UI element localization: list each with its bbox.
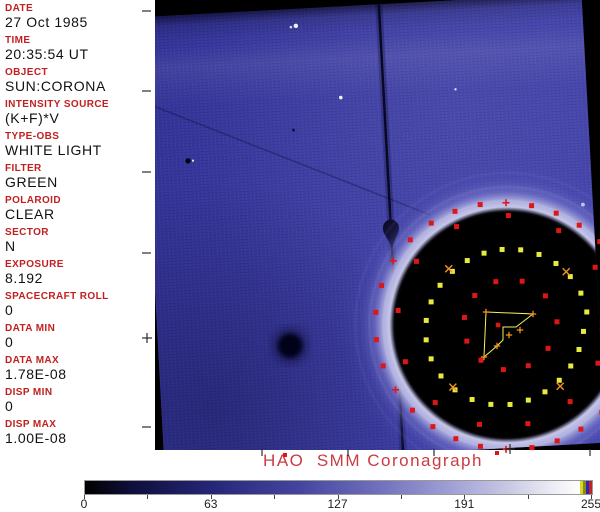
field-disp-min: DISP MIN 0 [5,387,153,415]
field-label: FILTER [5,163,42,174]
field-value: 0 [5,334,14,350]
field-exposure: EXPOSURE 8.192 [5,259,153,287]
field-value: (K+F)*V [5,110,60,126]
field-value: 27 Oct 1985 [5,14,88,30]
field-value: 1.78E-08 [5,366,67,382]
field-label: DISP MAX [5,419,57,430]
field-time: TIME 20:35:54 UT [5,35,153,63]
field-value: 1.00E-08 [5,430,67,446]
field-label: POLAROID [5,195,61,206]
field-filter: FILTER GREEN [5,163,153,191]
image-features [155,4,600,450]
field-label: INTENSITY SOURCE [5,99,110,110]
colorbar-tick-label: 0 [80,497,88,511]
field-value: 0 [5,398,14,414]
dark-dot-highlight [191,159,195,162]
field-object: OBJECT SUN:CORONA [5,67,153,95]
field-label: OBJECT [5,67,48,78]
colorbar [84,480,593,495]
colorbar-tick-label: 63 [204,497,218,511]
colorbar-tick [147,495,149,499]
field-sector: SECTOR N [5,227,153,255]
coronagraph-image [155,0,600,450]
field-label: TIME [5,35,31,46]
coronagraph-viewer-window: DATE 27 Oct 1985 TIME 20:35:54 UT OBJECT SUN:… [0,0,600,512]
white-speck [338,95,343,100]
colorbar-tick [274,495,276,499]
field-disp-max: DISP MAX 1.00E-08 [5,419,153,447]
colorbar-tick-label: 191 [454,497,475,511]
colorbar-tick [527,495,529,499]
white-speck [289,25,293,29]
field-data-min: DATA MIN 0 [5,323,153,351]
field-value: CLEAR [5,206,55,222]
field-value: 0 [5,302,14,318]
metadata-panel: DATE 27 Oct 1985 TIME 20:35:54 UT OBJECT SUN:… [0,0,155,450]
field-type-obs: TYPE-OBS WHITE LIGHT [5,131,153,159]
tiny-dark-speck [291,128,295,132]
field-data-max: DATA MAX 1.78E-08 [5,355,153,383]
colorbar-tick-label: 127 [327,497,348,511]
field-date: DATE 27 Oct 1985 [5,3,153,31]
colorbar-tick-label: 255 [580,497,600,511]
field-label: EXPOSURE [5,259,64,270]
image-display-area [155,0,600,450]
field-intensity-source: INTENSITY SOURCE (K+F)*V [5,99,153,127]
field-value: N [5,238,16,254]
field-polaroid: POLAROID CLEAR [5,195,153,223]
field-label: SPACECRAFT ROLL [5,291,109,302]
field-value: GREEN [5,174,58,190]
field-value: 20:35:54 UT [5,46,89,62]
white-speck [293,23,299,29]
field-label: DATE [5,3,34,14]
dark-dot [185,158,191,164]
white-speck [454,88,457,91]
field-label: TYPE-OBS [5,131,60,142]
field-label: DATA MIN [5,323,56,334]
colorbar-gradient [85,481,592,494]
field-value: WHITE LIGHT [5,142,102,158]
image-title: HAO SMM Coronagraph [263,451,483,470]
field-value: 8.192 [5,270,44,286]
colorbar-tick [400,495,402,499]
field-spacecraft-roll: SPACECRAFT ROLL 0 [5,291,153,319]
field-label: DATA MAX [5,355,60,366]
field-value: SUN:CORONA [5,78,106,94]
field-label: DISP MIN [5,387,53,398]
field-label: SECTOR [5,227,49,238]
colorbar-saturation-stripe [589,481,592,494]
